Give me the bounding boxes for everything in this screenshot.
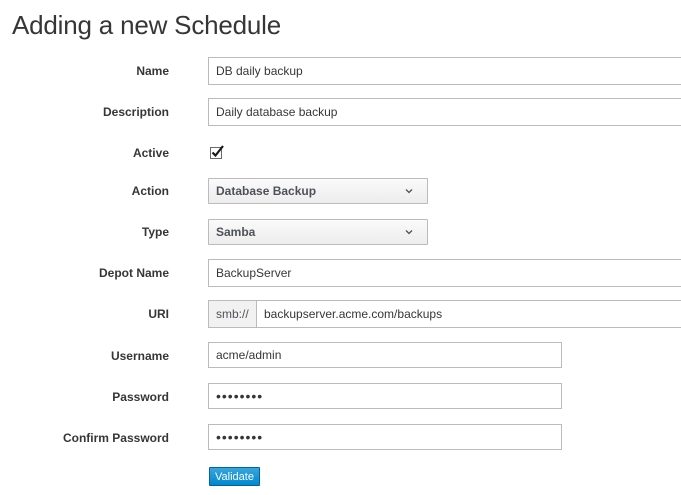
validate-button[interactable]: Validate <box>209 467 260 486</box>
description-input[interactable]: Daily database backup <box>208 98 681 126</box>
type-select[interactable]: Samba <box>208 219 428 245</box>
action-select[interactable]: Database Backup <box>208 178 428 204</box>
uri-prefix-addon: smb:// <box>208 300 257 328</box>
password-row: Password •••••••• <box>0 383 681 411</box>
schedule-form-page: Adding a new Schedule Name DB daily back… <box>0 0 681 495</box>
uri-label: URI <box>148 307 169 321</box>
chevron-down-icon <box>405 189 413 194</box>
chevron-down-icon <box>405 230 413 235</box>
description-row: Description Daily database backup <box>0 98 681 126</box>
active-label: Active <box>132 146 169 160</box>
depot-name-row: Depot Name BackupServer <box>0 259 681 287</box>
action-select-value: Database Backup <box>216 184 317 198</box>
action-label: Action <box>131 184 169 198</box>
password-input[interactable]: •••••••• <box>208 383 562 409</box>
confirm-password-label: Confirm Password <box>62 431 169 445</box>
depot-name-label: Depot Name <box>98 266 169 280</box>
name-row: Name DB daily backup <box>0 57 681 85</box>
password-label: Password <box>112 390 169 404</box>
username-input[interactable]: acme/admin <box>208 342 562 368</box>
username-label: Username <box>110 349 169 363</box>
username-row: Username acme/admin <box>0 342 681 370</box>
confirm-password-row: Confirm Password •••••••• <box>0 424 681 452</box>
type-row: Type Samba <box>0 219 681 247</box>
confirm-password-input[interactable]: •••••••• <box>208 424 562 450</box>
action-row: Action Database Backup <box>0 178 681 206</box>
active-checkbox[interactable] <box>209 144 225 160</box>
depot-name-input[interactable]: BackupServer <box>208 259 681 287</box>
name-input[interactable]: DB daily backup <box>208 57 681 85</box>
uri-input[interactable]: backupserver.acme.com/backups <box>256 300 681 328</box>
active-row: Active <box>0 139 681 167</box>
type-label: Type <box>141 225 169 239</box>
uri-row: URI smb:// backupserver.acme.com/backups <box>0 300 681 328</box>
type-select-value: Samba <box>216 225 256 239</box>
description-label: Description <box>102 105 169 119</box>
page-title: Adding a new Schedule <box>12 10 282 40</box>
name-label: Name <box>136 64 169 78</box>
checkmark-icon <box>210 145 224 159</box>
